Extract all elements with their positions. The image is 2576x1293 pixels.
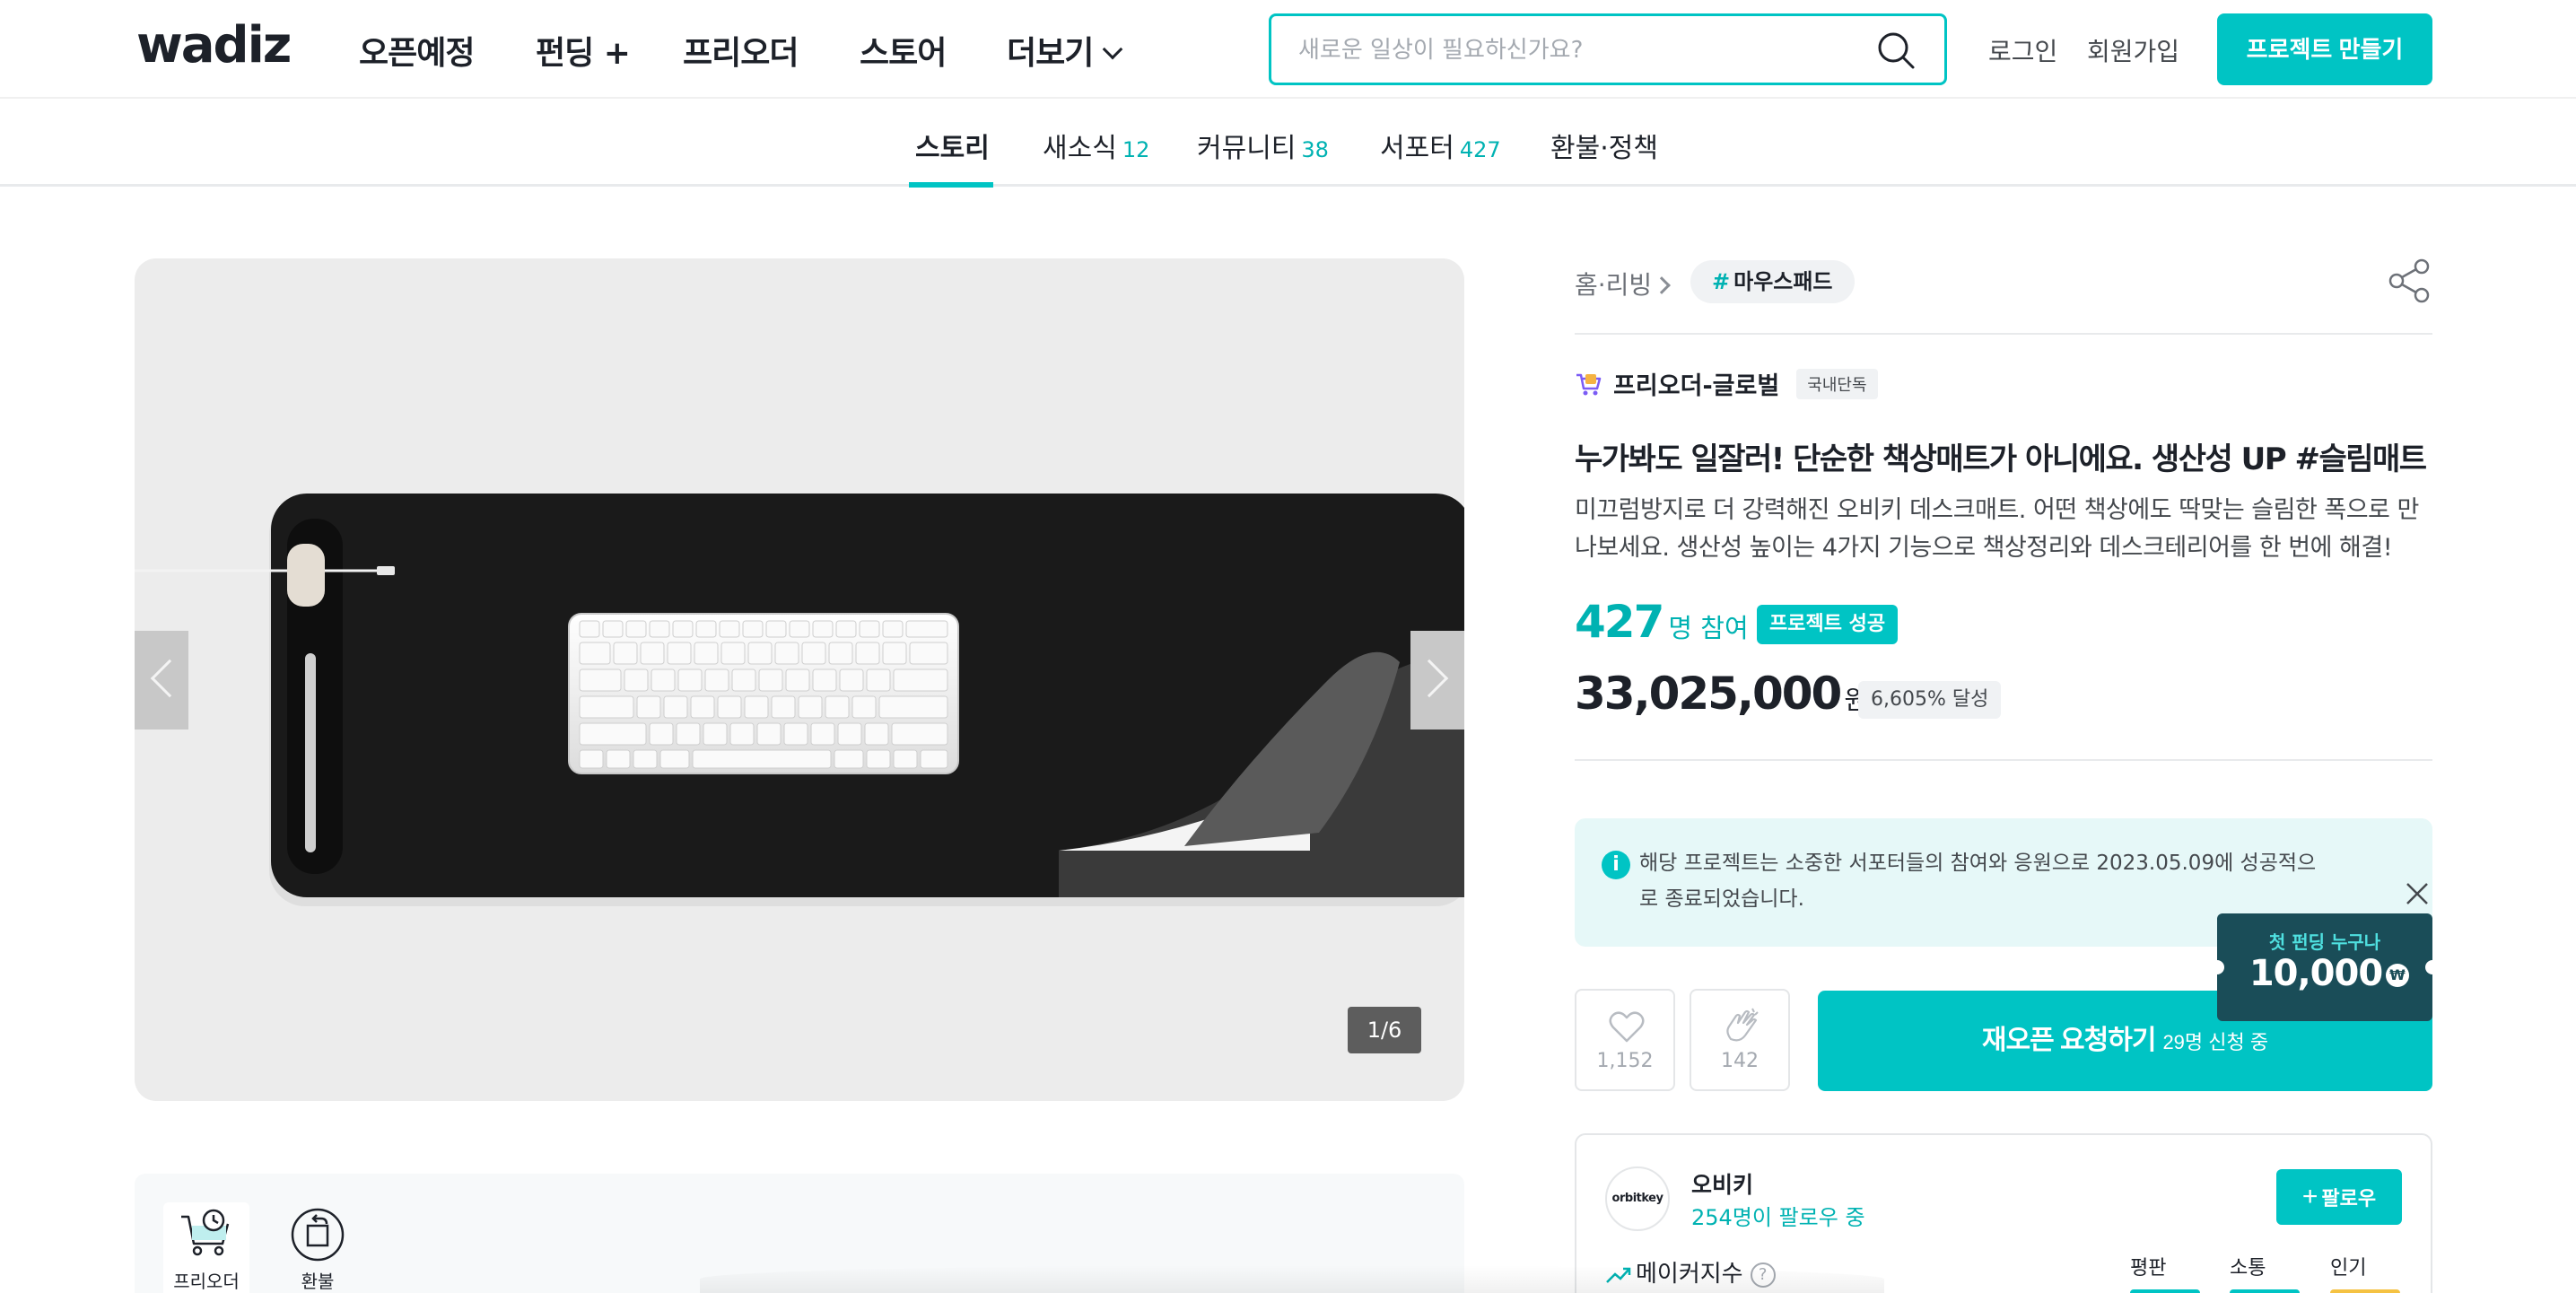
maker-followers: 254명이 팔로우 중 bbox=[1691, 1205, 1865, 1230]
cart-clock-icon bbox=[181, 1209, 230, 1256]
wadiz-logo[interactable]: wadiz bbox=[136, 16, 292, 74]
avatar[interactable]: orbitkey bbox=[1605, 1166, 1670, 1231]
tab-supporters-label: 서포터 bbox=[1380, 133, 1454, 164]
nav-store[interactable]: 스토어 bbox=[860, 27, 947, 74]
coupon-caption: 첫 펀딩 누구나 bbox=[2268, 931, 2381, 953]
nav-preorder[interactable]: 프리오더 bbox=[683, 27, 799, 74]
story-nav-refund-label: 환불 bbox=[301, 1271, 335, 1292]
tab-news-count: 12 bbox=[1122, 137, 1150, 162]
share-icon[interactable] bbox=[2388, 258, 2431, 303]
bottom-shadow bbox=[700, 1265, 1884, 1293]
search-input[interactable] bbox=[1298, 32, 1855, 68]
supporters-unit: 명 참여 bbox=[1668, 613, 1749, 643]
metric-popularity-bar bbox=[2330, 1289, 2400, 1293]
metric-reputation-label: 평판 bbox=[2130, 1257, 2167, 1280]
nav-more[interactable]: 더보기 bbox=[1007, 27, 1123, 74]
tab-refund-policy[interactable]: 환불·정책 bbox=[1550, 126, 1658, 165]
tab-supporters-count: 427 bbox=[1459, 137, 1501, 162]
reopen-sub: 29명 신청 중 bbox=[2162, 1031, 2269, 1053]
info-icon: i bbox=[1602, 851, 1630, 879]
signup-link[interactable]: 회원가입 bbox=[2087, 32, 2179, 68]
search-box bbox=[1269, 13, 1947, 85]
breadcrumb[interactable]: 홈·리빙 bbox=[1575, 266, 1677, 301]
preorder-cart-icon bbox=[1576, 373, 1602, 395]
maker-name[interactable]: 오비키 bbox=[1691, 1167, 1753, 1200]
tab-community-label: 커뮤니티 bbox=[1197, 133, 1297, 164]
gallery-prev-button[interactable] bbox=[135, 631, 189, 729]
like-button[interactable]: 1,152 bbox=[1575, 989, 1675, 1091]
heart-icon bbox=[1609, 1011, 1645, 1043]
cheer-count: 142 bbox=[1721, 1050, 1759, 1072]
coupon-amount: 10,000 bbox=[2249, 953, 2383, 994]
story-tabbar: 스토리 새소식 12 커뮤니티 38 서포터 427 환불·정책 bbox=[0, 100, 2576, 188]
tab-refund-policy-label: 환불·정책 bbox=[1550, 133, 1658, 164]
story-nav-preorder-label: 프리오더 bbox=[173, 1271, 240, 1292]
coupon-notch bbox=[2425, 960, 2440, 974]
tab-supporters[interactable]: 서포터 427 bbox=[1380, 126, 1501, 165]
achievement-rate-badge: 6,605% 달성 bbox=[1858, 681, 2002, 719]
tab-community[interactable]: 커뮤니티 38 bbox=[1197, 126, 1329, 165]
project-title: 누가봐도 일잘러! 단순한 책상매트가 아니에요. 생산성 UP #슬림매트 bbox=[1575, 441, 2427, 477]
status-badge: 프로젝트 성공 bbox=[1757, 605, 1899, 644]
supporters-number: 427 bbox=[1575, 596, 1664, 648]
like-count: 1,152 bbox=[1596, 1050, 1654, 1072]
tag-label: 마우스패드 bbox=[1733, 269, 1833, 294]
follow-button[interactable]: + 팔로우 bbox=[2276, 1169, 2402, 1225]
supporters-count: 427 명 참여 bbox=[1575, 596, 1749, 648]
search-icon[interactable] bbox=[1876, 31, 1916, 70]
divider bbox=[1575, 759, 2432, 761]
reopen-label: 재오픈 요청하기 bbox=[1981, 1026, 2157, 1055]
divider bbox=[1575, 333, 2432, 335]
chevron-right-icon bbox=[1410, 659, 1449, 698]
metric-communication-label: 소통 bbox=[2230, 1257, 2266, 1280]
cheer-button[interactable]: 142 bbox=[1690, 989, 1790, 1091]
product-gallery: 1/6 bbox=[135, 258, 1464, 1101]
gallery-pager: 1/6 bbox=[1348, 1007, 1421, 1053]
product-image bbox=[135, 494, 1464, 906]
chevron-down-icon bbox=[1103, 39, 1123, 60]
domestic-exclusive-badge: 국내단독 bbox=[1796, 368, 1878, 399]
follow-label: 팔로우 bbox=[2321, 1187, 2377, 1210]
chevron-left-icon bbox=[150, 659, 189, 698]
nav-funding[interactable]: 펀딩 + bbox=[536, 27, 631, 74]
amount-number: 33,025,000 bbox=[1575, 668, 1842, 720]
tab-news[interactable]: 새소식 12 bbox=[1043, 126, 1149, 165]
refund-box-icon bbox=[291, 1208, 345, 1262]
clap-icon bbox=[1726, 1008, 1759, 1042]
gallery-next-button[interactable] bbox=[1410, 631, 1464, 729]
plus-icon: + bbox=[2301, 1182, 2318, 1211]
tab-story[interactable]: 스토리 bbox=[915, 126, 990, 165]
notice-text: 해당 프로젝트는 소중한 서포터들의 참여와 응원으로 2023.05.09에 … bbox=[1639, 852, 2317, 911]
tab-active-indicator bbox=[909, 182, 993, 188]
breadcrumb-category: 홈·리빙 bbox=[1575, 270, 1653, 300]
metric-communication-bar bbox=[2230, 1289, 2300, 1293]
make-project-button[interactable]: 프로젝트 만들기 bbox=[2217, 13, 2432, 85]
category-name: 프리오더-글로벌 bbox=[1613, 372, 1780, 400]
project-description: 미끄럼방지로 더 강력해진 오비키 데스크매트. 어떤 책상에도 딱맞는 슬림한… bbox=[1575, 496, 2419, 562]
won-icon: ₩ bbox=[2386, 964, 2409, 987]
story-nav-refund[interactable]: 환불 bbox=[275, 1202, 361, 1293]
hash-icon: # bbox=[1712, 269, 1731, 294]
tag-chip[interactable]: # 마우스패드 bbox=[1690, 260, 1855, 303]
tab-news-label: 새소식 bbox=[1043, 133, 1117, 164]
tab-story-label: 스토리 bbox=[915, 133, 990, 164]
tab-community-count: 38 bbox=[1301, 137, 1329, 162]
nav-more-label: 더보기 bbox=[1007, 35, 1094, 72]
story-nav-preorder[interactable]: 프리오더 bbox=[163, 1202, 249, 1293]
chevron-right-icon bbox=[1653, 276, 1672, 294]
category-row: 프리오더-글로벌 국내단독 bbox=[1575, 366, 1878, 401]
login-link[interactable]: 로그인 bbox=[1988, 32, 2057, 68]
funding-amount: 33,025,000 원 bbox=[1575, 668, 1868, 720]
metric-popularity-label: 인기 bbox=[2330, 1257, 2367, 1280]
close-icon[interactable] bbox=[2403, 879, 2432, 908]
nav-open-soon[interactable]: 오픈예정 bbox=[359, 27, 475, 74]
first-funding-coupon[interactable]: 첫 펀딩 누구나 10,000 ₩ bbox=[2210, 913, 2440, 1021]
top-header: wadiz 오픈예정 펀딩 + 프리오더 스토어 더보기 로그인 회원가입 프로… bbox=[0, 0, 2576, 99]
metric-reputation-bar bbox=[2130, 1289, 2200, 1293]
